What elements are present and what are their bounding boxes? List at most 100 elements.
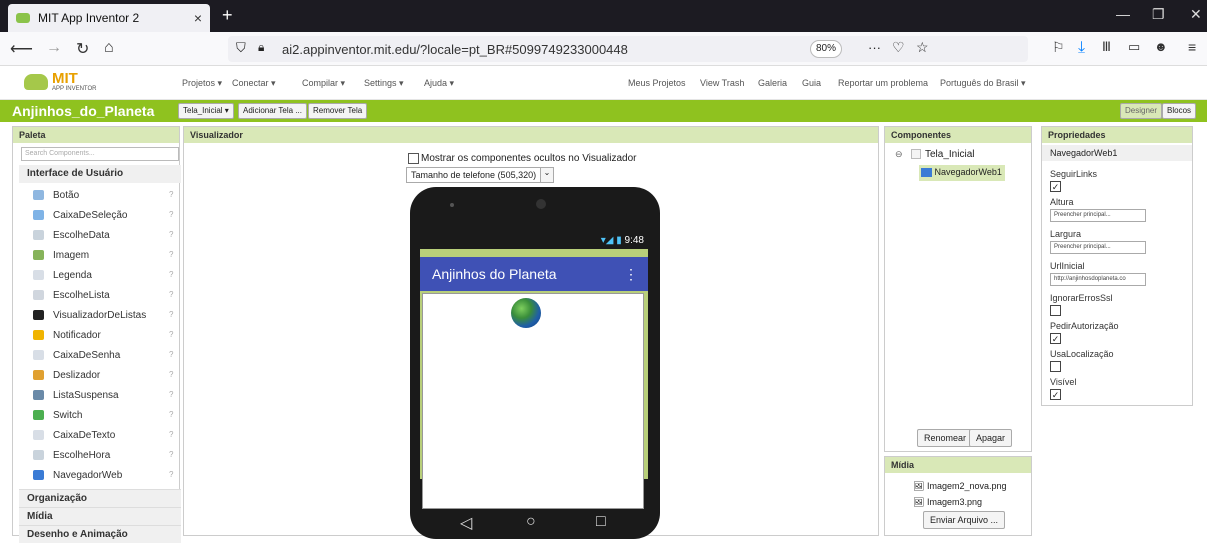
palette-item-caixadetexto[interactable]: CaixaDeTexto? xyxy=(33,427,183,445)
maximize-icon[interactable]: ❐ xyxy=(1152,6,1165,23)
link-guia[interactable]: Guia xyxy=(802,78,821,88)
palette-item-escolhedata[interactable]: EscolheData? xyxy=(33,227,183,245)
palette-item-imagem[interactable]: Imagem? xyxy=(33,247,183,265)
downloads-tray-icon[interactable]: ⚐ xyxy=(1052,39,1065,56)
link-galeria[interactable]: Galeria xyxy=(758,78,787,88)
home-circle-icon[interactable]: ○ xyxy=(526,513,536,531)
hamburger-menu-icon[interactable]: ≡ xyxy=(1188,39,1196,55)
menu-ajuda[interactable]: Ajuda ▾ xyxy=(424,78,454,89)
palette-item-navegadorweb[interactable]: NavegadorWeb? xyxy=(33,467,183,485)
close-window-icon[interactable]: ✕ xyxy=(1190,6,1202,23)
help-icon[interactable]: ? xyxy=(169,230,173,239)
help-icon[interactable]: ? xyxy=(169,470,173,479)
category-desenho[interactable]: Desenho e Animação xyxy=(19,525,181,543)
checkbox-icon[interactable] xyxy=(408,153,419,164)
zoom-badge[interactable]: 80% xyxy=(810,40,842,58)
media-file[interactable]: 🖼︎ Imagem3.png xyxy=(913,497,982,508)
overflow-menu-icon[interactable]: ⋮ xyxy=(624,266,638,283)
lock-icon[interactable]: 🔒︎ xyxy=(258,40,264,55)
remove-screen-button[interactable]: Remover Tela xyxy=(308,103,368,119)
pocket-icon[interactable]: ♡ xyxy=(892,39,905,56)
recent-apps-icon[interactable]: □ xyxy=(596,513,606,531)
forward-icon[interactable]: → xyxy=(46,39,62,57)
rename-button[interactable]: Renomear xyxy=(917,429,974,447)
show-hidden-checkbox[interactable]: Mostrar os componentes ocultos no Visual… xyxy=(408,153,636,164)
browser-tab[interactable]: MIT App Inventor 2 × xyxy=(8,4,210,32)
help-icon[interactable]: ? xyxy=(169,190,173,199)
designer-button[interactable]: Designer xyxy=(1120,103,1163,119)
account-icon[interactable]: ☻ xyxy=(1154,39,1168,54)
palette-item-escolhelista[interactable]: EscolheLista? xyxy=(33,287,183,305)
delete-button[interactable]: Apagar xyxy=(969,429,1013,447)
category-organizacao[interactable]: Organização xyxy=(19,489,181,507)
category-midia[interactable]: Mídia xyxy=(19,507,181,525)
url-bar[interactable]: ⛉ 🔒︎ ai2.appinventor.mit.edu/?locale=pt_… xyxy=(228,36,1028,62)
blocks-button[interactable]: Blocos xyxy=(1162,103,1197,119)
help-icon[interactable]: ? xyxy=(169,430,173,439)
sidebar-icon[interactable]: ▭ xyxy=(1128,39,1140,55)
library-icon[interactable]: Ⅲ xyxy=(1102,39,1111,55)
help-icon[interactable]: ? xyxy=(169,350,173,359)
prop-seguirlinks-checkbox[interactable]: ✓ xyxy=(1050,181,1061,192)
prop-visivel-checkbox[interactable]: ✓ xyxy=(1050,389,1061,400)
help-icon[interactable]: ? xyxy=(169,330,173,339)
url-text[interactable]: ai2.appinventor.mit.edu/?locale=pt_BR#50… xyxy=(282,42,628,57)
menu-compilar[interactable]: Compilar ▾ xyxy=(302,78,345,89)
chevron-down-icon[interactable]: ⌄ xyxy=(540,167,554,183)
menu-settings[interactable]: Settings ▾ xyxy=(364,78,404,89)
palette-item-escolhehora[interactable]: EscolheHora? xyxy=(33,447,183,465)
help-icon[interactable]: ? xyxy=(169,290,173,299)
upload-file-button[interactable]: Enviar Arquivo ... xyxy=(923,511,1006,529)
palette-item-botao[interactable]: Botão? xyxy=(33,187,183,205)
web-viewer-component[interactable] xyxy=(422,293,644,509)
media-file[interactable]: 🖼︎ Imagem2_nova.png xyxy=(913,481,1007,492)
bookmark-star-icon[interactable]: ☆ xyxy=(916,39,929,56)
reload-icon[interactable]: ↻ xyxy=(76,39,89,59)
category-interface[interactable]: Interface de Usuário xyxy=(19,165,181,183)
palette-item-listasuspensa[interactable]: ListaSuspensa? xyxy=(33,387,183,405)
tree-root[interactable]: Tela_Inicial xyxy=(925,149,974,160)
help-icon[interactable]: ? xyxy=(169,310,173,319)
back-icon[interactable]: ⟵ xyxy=(10,39,33,59)
collapse-icon[interactable]: ⊖ xyxy=(895,149,903,160)
prop-altura-input[interactable]: Preencher principal... xyxy=(1050,209,1146,222)
palette-item-notificador[interactable]: Notificador? xyxy=(33,327,183,345)
palette-item-caixadesenha[interactable]: CaixaDeSenha? xyxy=(33,347,183,365)
app-inventor-logo[interactable]: MIT APP INVENTOR xyxy=(24,70,104,96)
minimize-icon[interactable]: — xyxy=(1116,6,1130,22)
help-icon[interactable]: ? xyxy=(169,450,173,459)
search-components-input[interactable]: Search Components... xyxy=(21,147,179,161)
screen-select-button[interactable]: Tela_Inicial ▾ xyxy=(178,103,234,119)
phone-size-select[interactable]: Tamanho de telefone (505,320) ⌄ xyxy=(406,167,554,183)
prop-urlinicial-input[interactable]: http://anjinhosdoplaneta.co xyxy=(1050,273,1146,286)
palette-item-deslizador[interactable]: Deslizador? xyxy=(33,367,183,385)
home-icon[interactable]: ⌂ xyxy=(104,39,114,57)
palette-item-caixadeselecao[interactable]: CaixaDeSeleção? xyxy=(33,207,183,225)
help-icon[interactable]: ? xyxy=(169,410,173,419)
menu-conectar[interactable]: Conectar ▾ xyxy=(232,78,276,89)
prop-usaloc-checkbox[interactable] xyxy=(1050,361,1061,372)
prop-largura-input[interactable]: Preencher principal... xyxy=(1050,241,1146,254)
prop-pedir-checkbox[interactable]: ✓ xyxy=(1050,333,1061,344)
download-icon[interactable]: ⤓ xyxy=(1078,39,1085,57)
more-actions-icon[interactable]: ··· xyxy=(868,40,881,55)
tree-item-navegadorweb1[interactable]: NavegadorWeb1 xyxy=(919,165,1005,181)
back-triangle-icon[interactable]: ◁ xyxy=(460,513,472,533)
help-icon[interactable]: ? xyxy=(169,390,173,399)
language-menu[interactable]: Português do Brasil ▾ xyxy=(940,78,1026,89)
new-tab-icon[interactable]: + xyxy=(222,5,233,26)
palette-item-visualizadordelistas[interactable]: VisualizadorDeListas? xyxy=(33,307,183,325)
shield-icon[interactable]: ⛉ xyxy=(236,40,246,56)
palette-item-legenda[interactable]: Legenda? xyxy=(33,267,183,285)
link-view-trash[interactable]: View Trash xyxy=(700,78,744,88)
link-meus-projetos[interactable]: Meus Projetos xyxy=(628,78,686,88)
link-reportar[interactable]: Reportar um problema xyxy=(838,78,928,88)
help-icon[interactable]: ? xyxy=(169,270,173,279)
help-icon[interactable]: ? xyxy=(169,370,173,379)
help-icon[interactable]: ? xyxy=(169,250,173,259)
palette-item-switch[interactable]: Switch? xyxy=(33,407,183,425)
prop-ignorar-checkbox[interactable] xyxy=(1050,305,1061,316)
help-icon[interactable]: ? xyxy=(169,210,173,219)
phone-screen[interactable]: ▾◢ ▮ 9:48 Anjinhos do Planeta ⋮ xyxy=(420,235,648,509)
menu-projetos[interactable]: Projetos ▾ xyxy=(182,78,222,89)
